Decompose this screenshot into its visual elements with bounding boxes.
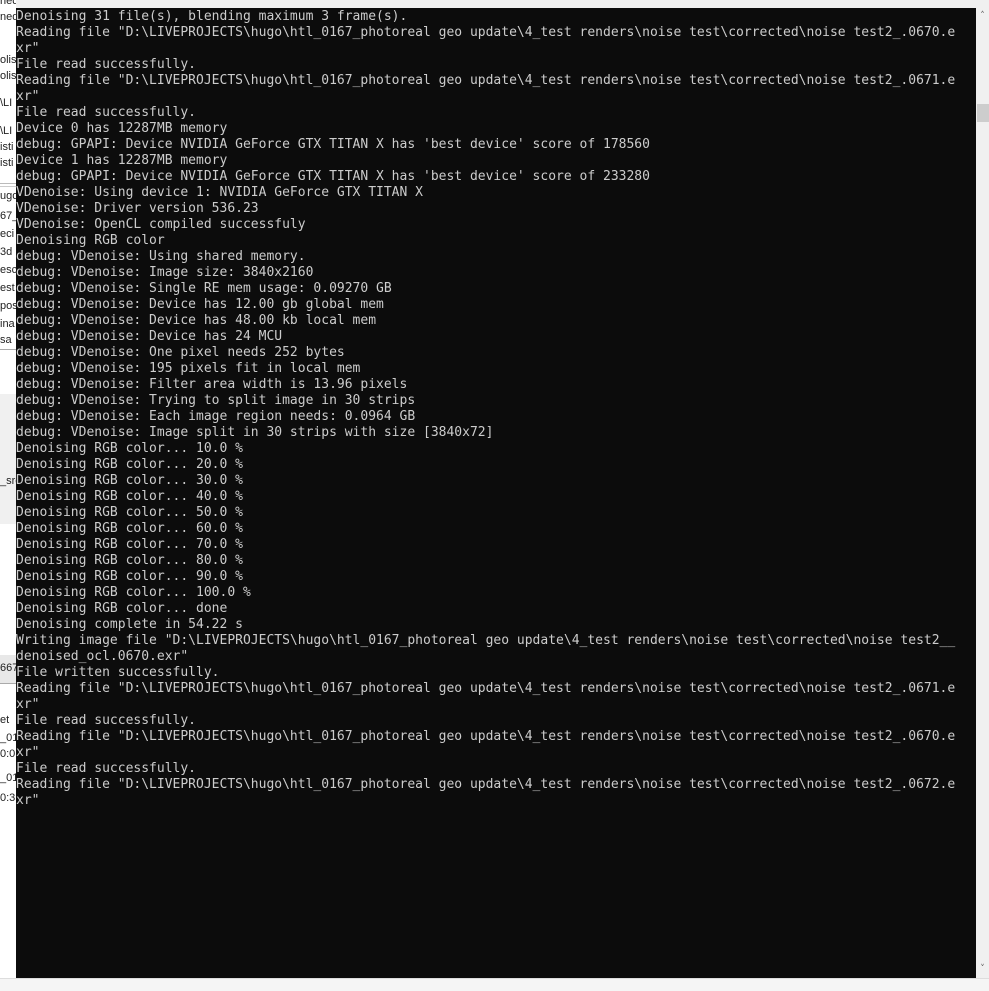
console-line: Reading file "D:\LIVEPROJECTS\hugo\htl_0… — [16, 73, 956, 88]
console-line: VDenoise: OpenCL compiled successfuly — [16, 217, 306, 232]
bg-text: isti — [0, 141, 14, 153]
console-line: File read successfully. — [16, 713, 197, 728]
console-line: Reading file "D:\LIVEPROJECTS\hugo\htl_0… — [16, 729, 956, 744]
console-line: xr" — [16, 41, 40, 56]
console-output[interactable]: Denoising 31 file(s), blending maximum 3… — [16, 8, 976, 978]
console-line: debug: VDenoise: Trying to split image i… — [16, 393, 416, 408]
console-line: xr" — [16, 793, 40, 808]
console-line: xr" — [16, 697, 40, 712]
console-line: debug: VDenoise: One pixel needs 252 byt… — [16, 345, 345, 360]
console-line: File read successfully. — [16, 57, 197, 72]
console-line: xr" — [16, 89, 40, 104]
console-line: debug: VDenoise: Image size: 3840x2160 — [16, 265, 314, 280]
bg-text: ugo — [0, 190, 16, 202]
bg-text: ina — [0, 318, 15, 330]
console-line: Denoising RGB color... 30.0 % — [16, 473, 243, 488]
bg-text: _01 — [0, 732, 16, 744]
console-line: Denoising RGB color... 90.0 % — [16, 569, 243, 584]
console-line: Reading file "D:\LIVEPROJECTS\hugo\htl_0… — [16, 25, 956, 40]
console-line: Reading file "D:\LIVEPROJECTS\hugo\htl_0… — [16, 777, 956, 792]
scrollbar-thumb[interactable] — [977, 104, 989, 122]
bg-text: \LI — [0, 125, 13, 137]
console-line: Denoising RGB color... 100.0 % — [16, 585, 251, 600]
console-line: debug: VDenoise: Image split in 30 strip… — [16, 425, 494, 440]
console-line: Denoising RGB color... 40.0 % — [16, 489, 243, 504]
console-line: Denoising RGB color... 10.0 % — [16, 441, 243, 456]
vertical-scrollbar[interactable]: ˄ ˅ — [976, 8, 989, 978]
bg-text: pos — [0, 300, 16, 312]
console-line: xr" — [16, 745, 40, 760]
console-line: Reading file "D:\LIVEPROJECTS\hugo\htl_0… — [16, 681, 956, 696]
console-line: Denoising RGB color... done — [16, 601, 228, 616]
console-line: debug: GPAPI: Device NVIDIA GeForce GTX … — [16, 137, 650, 152]
divider — [0, 183, 16, 184]
console-line: Denoising RGB color... 20.0 % — [16, 457, 243, 472]
console-line: Writing image file "D:\LIVEPROJECTS\hugo… — [16, 633, 956, 648]
console-line: File read successfully. — [16, 105, 197, 120]
background-panel — [0, 349, 16, 395]
chevron-down-icon[interactable]: ˅ — [976, 961, 989, 978]
bg-text: 0:0 — [0, 748, 16, 760]
console-line: denoised_ocl.0670.exr" — [16, 649, 189, 664]
background-window: ned ned olis olis \LI \LI isti isti ugo … — [0, 0, 16, 990]
console-line: debug: VDenoise: Single RE mem usage: 0.… — [16, 281, 392, 296]
console-line: File read successfully. — [16, 761, 197, 776]
bg-text: \LI — [0, 97, 13, 109]
console-line: File written successfully. — [16, 665, 220, 680]
console-line: Denoising 31 file(s), blending maximum 3… — [16, 9, 408, 24]
bg-text: 67_ — [0, 210, 16, 222]
bg-text: ned — [0, 11, 16, 23]
console-line: Device 1 has 12287MB memory — [16, 153, 228, 168]
bg-text: ned — [0, 0, 16, 7]
bg-text: est — [0, 282, 15, 294]
bg-text: _src — [0, 475, 16, 487]
console-line: debug: VDenoise: Each image region needs… — [16, 409, 416, 424]
bg-text: et — [0, 714, 10, 726]
bg-text: esc — [0, 264, 16, 276]
bg-text: 3d — [0, 246, 13, 258]
console-line: debug: VDenoise: Device has 48.00 kb loc… — [16, 313, 377, 328]
bg-text: isti — [0, 157, 14, 169]
bg-text: 0:3 — [0, 792, 16, 804]
console-line: Denoising RGB color... 50.0 % — [16, 505, 243, 520]
console-line: VDenoise: Using device 1: NVIDIA GeForce… — [16, 185, 423, 200]
console-line: VDenoise: Driver version 536.23 — [16, 201, 259, 216]
bg-text: olis — [0, 54, 16, 66]
bg-text: eci — [0, 228, 15, 240]
chevron-up-icon[interactable]: ˄ — [976, 8, 989, 25]
console-line: Device 0 has 12287MB memory — [16, 121, 228, 136]
console-line: debug: VDenoise: Using shared memory. — [16, 249, 306, 264]
background-panel — [0, 394, 16, 524]
console-lines: Denoising 31 file(s), blending maximum 3… — [16, 8, 976, 809]
console-line: Denoising RGB color... 80.0 % — [16, 553, 243, 568]
console-line: Denoising RGB color... 70.0 % — [16, 537, 243, 552]
console-line: debug: VDenoise: Device has 24 MCU — [16, 329, 283, 344]
window-bottom-edge — [0, 978, 989, 991]
console-line: Denoising complete in 54.22 s — [16, 617, 243, 632]
bg-text: sa — [0, 334, 12, 346]
bg-text: olis — [0, 70, 16, 82]
console-line: debug: VDenoise: Device has 12.00 gb glo… — [16, 297, 384, 312]
console-line: debug: VDenoise: 195 pixels fit in local… — [16, 361, 361, 376]
console-line: Denoising RGB color... 60.0 % — [16, 521, 243, 536]
console-line: debug: GPAPI: Device NVIDIA GeForce GTX … — [16, 169, 650, 184]
bg-text: 667, — [0, 662, 16, 674]
console-line: debug: VDenoise: Filter area width is 13… — [16, 377, 408, 392]
console-line: Denoising RGB color — [16, 233, 165, 248]
bg-text: _01 — [0, 772, 16, 784]
